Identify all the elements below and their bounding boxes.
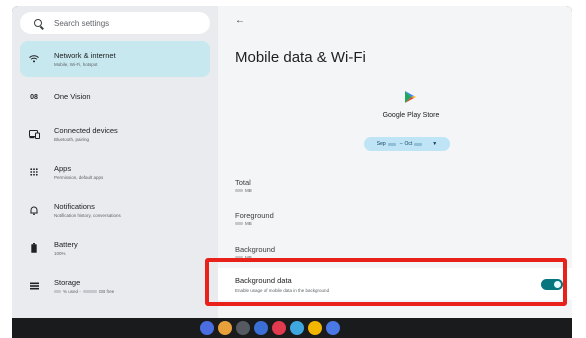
chrome-icon[interactable] [218,321,232,335]
sidebar-item-notifications[interactable]: Notifications Notification history, conv… [20,194,210,226]
app-icon-multicolor[interactable] [290,321,304,335]
sidebar-item-network[interactable]: Network & internet Mobile, Wi-Fi, hotspo… [20,41,210,77]
app-name: Google Play Store [382,112,440,119]
search-bar[interactable]: Search settings [20,12,210,34]
devices-icon [20,129,48,139]
highlight-box [205,258,567,306]
redacted-value [387,142,396,146]
storage-free-text: GB free [98,288,115,294]
usage-unit: MB [245,188,252,193]
back-arrow-icon[interactable]: ← [235,15,245,26]
redacted-value [54,289,61,293]
usage-total: Total MB [235,178,252,194]
sidebar-item-title: One Vision [54,92,91,101]
settings-icon[interactable] [254,321,268,335]
chevron-down-icon: ▼ [432,141,438,147]
date-range-dropdown[interactable]: Sep – Oct ▼ [364,137,450,151]
redacted-value [82,289,97,293]
sidebar-item-subtitle: Bluetooth, pairing [54,136,90,142]
usage-value: MB [235,220,274,227]
redacted-value [414,142,423,146]
page-title: Mobile data & Wi-Fi [235,49,366,66]
sidebar-item-title: Notifications [54,201,95,211]
usage-label: Foreground [235,211,274,220]
date-start: Sep [376,141,386,147]
usage-foreground: Foreground MB [235,211,274,227]
app-icon-dots[interactable] [308,321,322,335]
sidebar-item-subtitle: Mobile, Wi-Fi, hotspot [54,61,98,67]
sidebar-item-subtitle: Permission, default apps [54,174,104,180]
camera-icon[interactable] [236,321,250,335]
cardboard-app-icon[interactable] [200,321,214,335]
date-end: Oct [404,141,413,147]
settings-sidebar: Search settings Network & internet Mobil… [12,6,218,318]
sidebar-item-subtitle: Notification history, conversations [54,212,121,218]
sidebar-item-title: Storage [54,277,81,287]
storage-icon [20,282,48,290]
search-icon [34,19,42,27]
sidebar-item-title: Apps [54,163,72,173]
sidebar-item-title: Network & internet [54,50,116,60]
bell-icon [20,206,48,215]
sidebar-item-battery[interactable]: Battery 100% [20,232,210,264]
sidebar-item-title: Battery [54,239,78,249]
taskbar [12,318,572,338]
search-placeholder: Search settings [54,18,110,28]
sidebar-item-storage[interactable]: Storage % used - GB free [20,270,210,302]
usage-unit: MB [245,221,252,226]
sidebar-item-connected-devices[interactable]: Connected devices Bluetooth, pairing [20,118,210,150]
sidebar-item-subtitle: % used - GB free [54,288,114,295]
usage-value: MB [235,187,252,194]
sidebar-item-subtitle: 100% [54,250,66,256]
storage-used-text: % used - [63,288,81,294]
play-store-icon [404,90,417,109]
app-dock [200,321,344,335]
redacted-value [235,222,243,225]
date-dash: – [399,141,403,147]
sidebar-item-apps[interactable]: Apps Permission, default apps [20,156,210,188]
sidebar-item-title: Connected devices [54,125,118,135]
sidebar-item-one-vision[interactable]: 08 One Vision [20,86,210,108]
photos-icon[interactable] [326,321,340,335]
wifi-icon [20,55,48,63]
usage-label: Background [235,245,276,254]
battery-icon [20,243,48,253]
redacted-value [235,189,243,192]
app-icon-red[interactable] [272,321,286,335]
usage-label: Total [235,178,251,187]
one-vision-icon: 08 [30,93,38,101]
apps-grid-icon [20,168,48,176]
